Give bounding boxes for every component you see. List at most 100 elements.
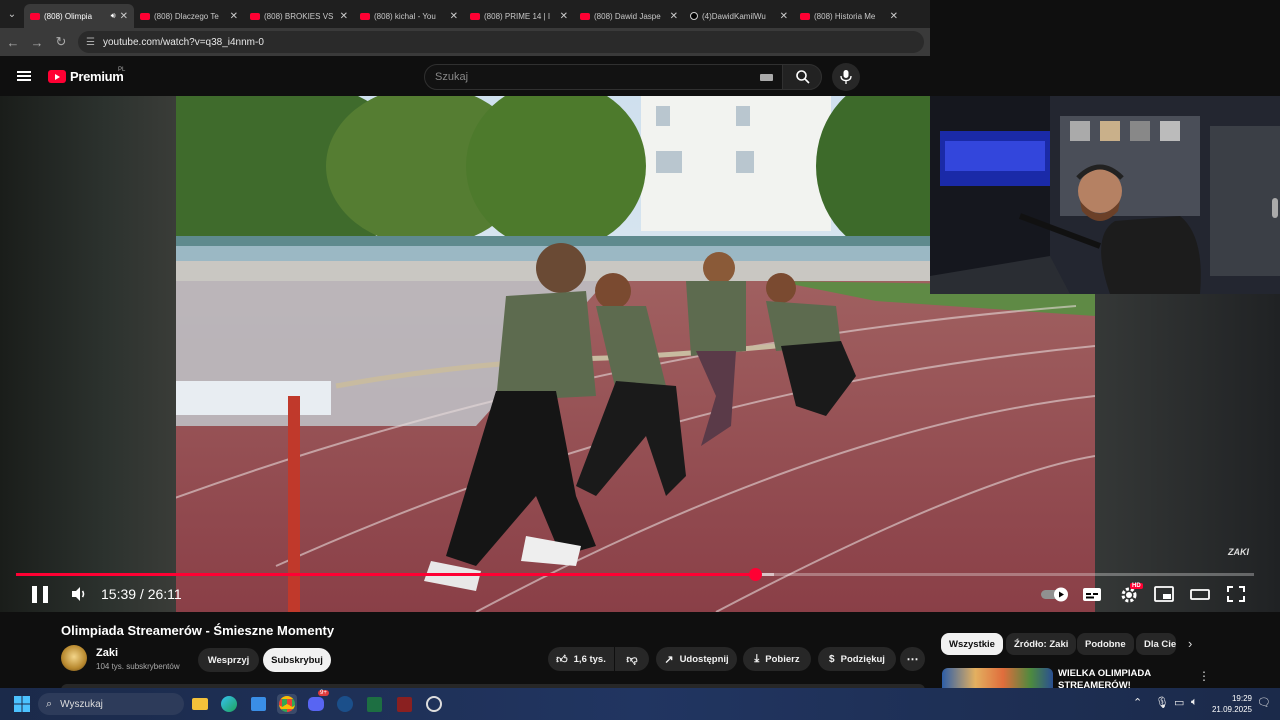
search-button[interactable]: [782, 64, 822, 90]
tab-search-button[interactable]: ⌄: [0, 0, 24, 28]
channel-watermark[interactable]: ZAKI: [1228, 547, 1249, 557]
system-clock[interactable]: 19:29 21.09.2025: [1210, 693, 1252, 715]
close-tab-icon[interactable]: ✕: [230, 11, 238, 22]
clock-time: 19:29: [1231, 694, 1252, 703]
notifications-icon[interactable]: 🗨︎: [1257, 696, 1271, 709]
steam-icon[interactable]: [335, 694, 355, 714]
like-button[interactable]: 👍︎ 1,6 tys.: [548, 647, 614, 671]
browser-tab[interactable]: (808) Dlaczego Te ✕: [134, 4, 244, 28]
tab-title: (808) Dlaczego Te: [154, 11, 219, 21]
thanks-label: Podziękuj: [840, 653, 885, 665]
chip-related[interactable]: Podobne: [1077, 633, 1134, 655]
excel-icon[interactable]: [364, 694, 384, 714]
close-tab-icon[interactable]: ✕: [560, 11, 568, 22]
more-actions-button[interactable]: ⋯: [900, 647, 925, 671]
browser-tab[interactable]: (808) kichal - You ✕: [354, 4, 464, 28]
chip-for-you[interactable]: Dla Cie: [1136, 633, 1176, 655]
browser-tab[interactable]: (808) Olimpia 🔊︎ ✕: [24, 4, 134, 28]
share-label: Udostępnij: [679, 653, 729, 665]
tab-audio-icon[interactable]: 🔊︎: [111, 11, 116, 21]
close-tab-icon[interactable]: ✕: [780, 11, 788, 22]
voice-search-button[interactable]: [832, 63, 860, 91]
url-field[interactable]: ☰ youtube.com/watch?v=q38_i4nnm-0: [78, 31, 924, 53]
download-label: Pobierz: [765, 653, 800, 665]
download-icon: ⤓: [754, 652, 760, 665]
keyboard-icon[interactable]: [760, 74, 773, 81]
obs-icon[interactable]: [424, 694, 444, 714]
game-app-icon[interactable]: [394, 694, 414, 714]
theater-mode-icon[interactable]: [1189, 584, 1211, 604]
browser-tab[interactable]: (808) PRIME 14 | I ✕: [464, 4, 574, 28]
youtube-header: Premium PL Szukaj: [0, 56, 930, 96]
forward-arrow-icon[interactable]: →: [30, 35, 44, 50]
youtube-premium-logo[interactable]: Premium: [48, 69, 124, 84]
close-tab-icon[interactable]: ✕: [120, 11, 128, 22]
browser-tab[interactable]: (4)DawidKamilWu ✕: [684, 4, 794, 28]
subtitles-icon[interactable]: [1081, 584, 1103, 604]
time-display: 15:39 / 26:11: [101, 586, 182, 602]
close-tab-icon[interactable]: ✕: [340, 11, 348, 22]
tray-chevron-icon[interactable]: ⌃: [1133, 696, 1142, 709]
file-explorer-icon[interactable]: [190, 694, 210, 714]
video-player[interactable]: ZAKI 15:39 / 26:11 HD: [0, 96, 1280, 612]
back-arrow-icon[interactable]: ←: [6, 35, 20, 50]
browser-tab-bar: ⌄ (808) Olimpia 🔊︎ ✕ (808) Dlaczego Te ✕ (808…: [0, 0, 930, 28]
store-icon[interactable]: [248, 694, 268, 714]
search-icon: ⌕: [46, 697, 53, 710]
webcam-overlay: [930, 96, 1280, 294]
tab-title: (808) Historia Me: [814, 11, 876, 21]
youtube-icon: [470, 12, 480, 20]
browser-tab[interactable]: (808) Historia Me ✕: [794, 4, 904, 28]
download-button[interactable]: ⤓ Pobierz: [743, 647, 811, 671]
reload-icon[interactable]: ↻: [54, 34, 68, 50]
thanks-button[interactable]: $ Podziękuj: [818, 647, 896, 671]
youtube-icon: [580, 12, 590, 20]
search-input[interactable]: Szukaj: [424, 64, 784, 90]
chevron-right-icon[interactable]: ›: [1188, 636, 1192, 651]
autoplay-toggle[interactable]: [1040, 584, 1070, 604]
close-tab-icon[interactable]: ✕: [890, 11, 898, 22]
recommended-title[interactable]: WIELKA OLIMPIADA STREAMERÓW!: [1058, 668, 1198, 688]
channel-name[interactable]: Zaki: [96, 647, 118, 659]
super-thanks-icon: $: [829, 653, 835, 665]
dislike-button[interactable]: 👎︎: [615, 647, 649, 671]
discord-icon[interactable]: 9+: [306, 690, 329, 714]
close-tab-icon[interactable]: ✕: [670, 11, 678, 22]
chip-for-you-label: Dla Cie: [1144, 638, 1176, 650]
site-info-icon[interactable]: ☰: [86, 37, 95, 48]
support-button[interactable]: Wesprzyj: [198, 648, 259, 672]
microphone-tray-icon[interactable]: 🎙︎: [1155, 696, 1169, 709]
chip-all[interactable]: Wszystkie: [941, 633, 1003, 655]
taskbar-search[interactable]: ⌕ Wyszukaj: [38, 693, 184, 715]
discord-badge: 9+: [318, 690, 329, 696]
windows-taskbar: ⌕ Wyszukaj 9+ ⌃ 🎙︎ ▭ 🔈︎ 19:29 21.09.2025…: [0, 688, 1280, 720]
recommended-more-icon[interactable]: ⋮: [1198, 669, 1210, 683]
recommended-thumbnail[interactable]: [942, 668, 1053, 688]
windows-start-icon[interactable]: [12, 694, 32, 714]
speaker-icon[interactable]: 🔈︎: [1191, 696, 1198, 709]
fullscreen-icon[interactable]: [1225, 584, 1247, 604]
tab-title: (808) kichal - You: [374, 11, 436, 21]
chrome-icon[interactable]: [277, 694, 297, 714]
close-tab-icon[interactable]: ✕: [450, 11, 458, 22]
channel-avatar[interactable]: [61, 645, 87, 671]
volume-icon[interactable]: [68, 584, 90, 604]
pause-icon[interactable]: [32, 586, 48, 603]
share-icon: ↗: [664, 653, 674, 666]
clock-date: 21.09.2025: [1211, 705, 1252, 714]
scrollbar-thumb[interactable]: [1272, 198, 1278, 218]
video-info-section: Olimpiada Streamerów - Śmieszne Momenty …: [0, 612, 1280, 690]
subscribe-button[interactable]: Subskrybuj: [263, 648, 331, 672]
chip-source[interactable]: Źródło: Zaki: [1006, 633, 1077, 655]
menu-icon[interactable]: [17, 71, 31, 81]
settings-gear-icon[interactable]: HD: [1118, 583, 1143, 604]
miniplayer-icon[interactable]: [1153, 584, 1175, 604]
network-icon[interactable]: ▭: [1174, 696, 1184, 709]
browser-tab[interactable]: (808) BROKIES VS ✕: [244, 4, 354, 28]
share-button[interactable]: ↗ Udostępnij: [656, 647, 737, 671]
edge-icon[interactable]: [219, 694, 239, 714]
search-icon: [796, 70, 810, 84]
browser-tab[interactable]: (808) Dawid Jaspe ✕: [574, 4, 684, 28]
chip-all-label: Wszystkie: [949, 638, 995, 650]
url-text: youtube.com/watch?v=q38_i4nnm-0: [102, 36, 264, 48]
